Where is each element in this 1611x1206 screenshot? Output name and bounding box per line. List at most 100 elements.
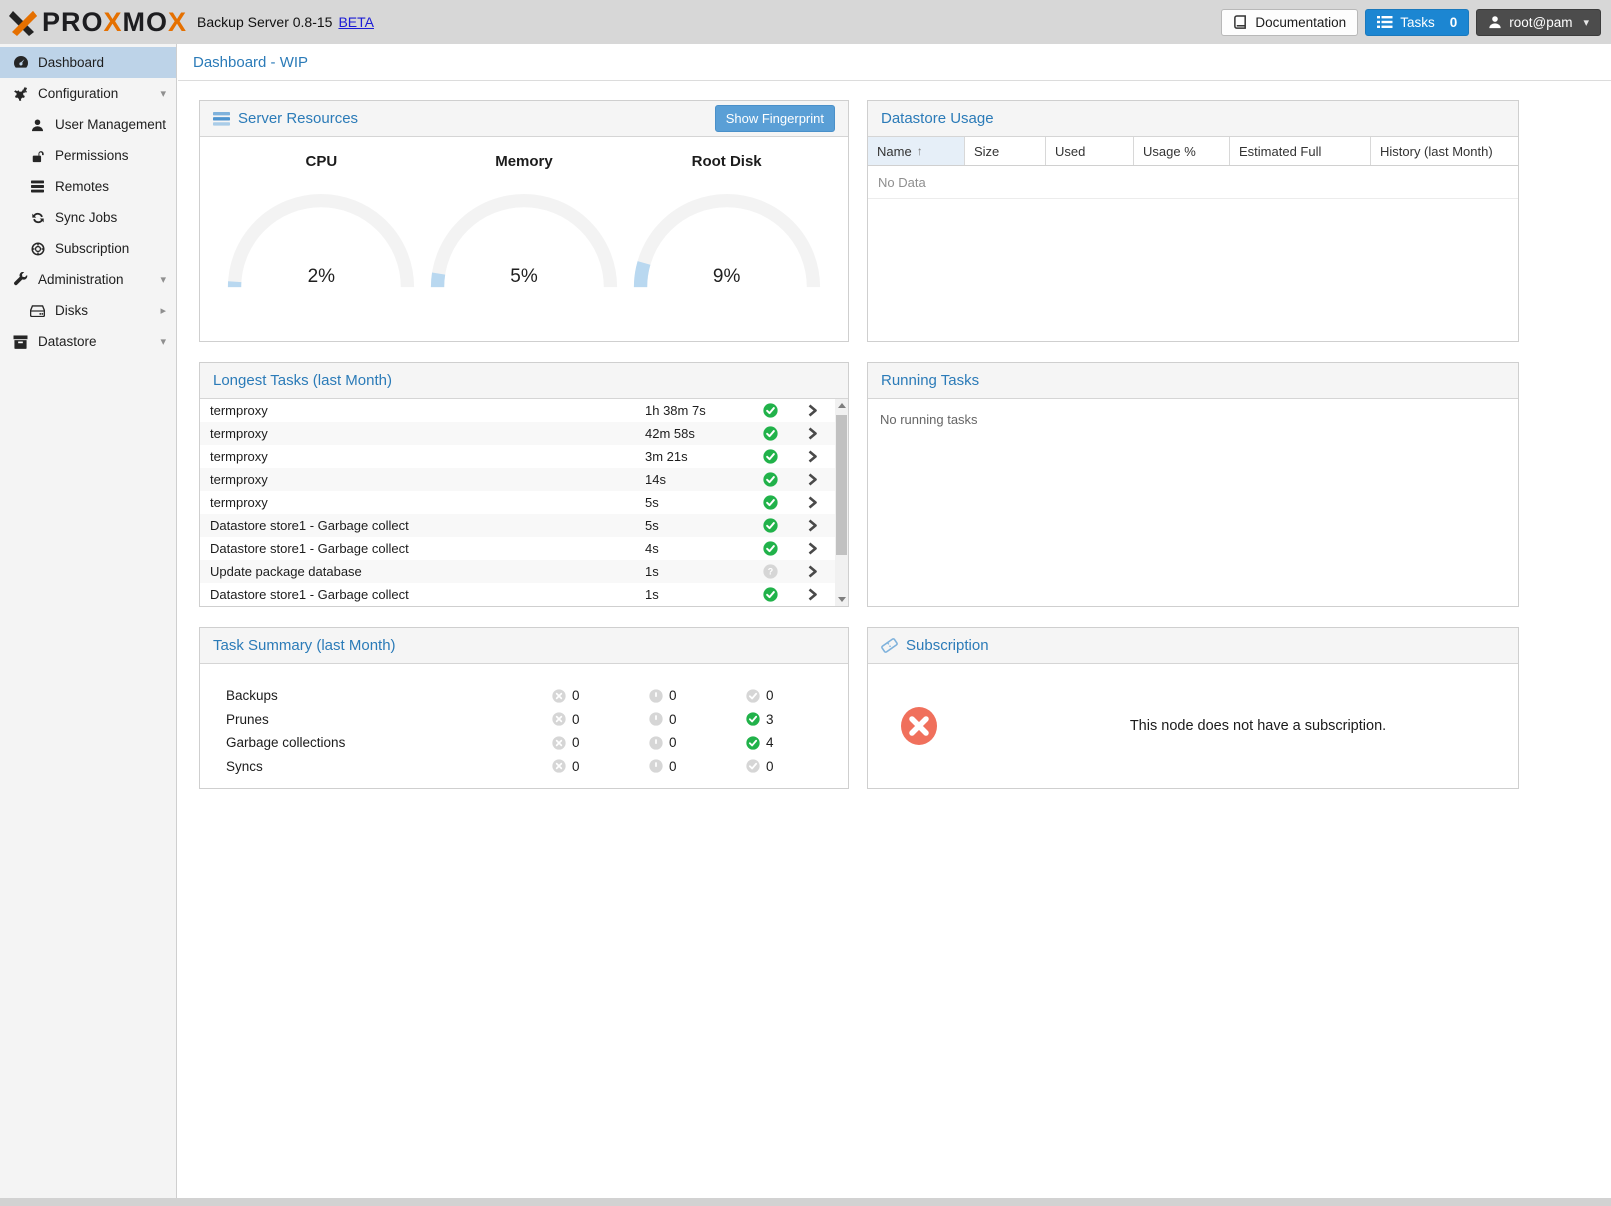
sidebar-item-dashboard[interactable]: Dashboard xyxy=(0,47,176,78)
column-header-name[interactable]: Name ↑ xyxy=(868,137,965,165)
task-row[interactable]: termproxy 3m 21s ? xyxy=(200,445,835,468)
task-row[interactable]: Datastore store1 - Garbage collect 1s ? xyxy=(200,583,835,606)
ok-count: 0 xyxy=(766,759,774,774)
column-header-estimated-full[interactable]: Estimated Full xyxy=(1230,137,1371,165)
task-row[interactable]: Datastore store1 - Garbage collect 5s ? xyxy=(200,514,835,537)
subscription-title: Subscription xyxy=(881,637,989,654)
subscription-message: This node does not have a subscription. xyxy=(938,718,1518,734)
scroll-up-icon[interactable] xyxy=(835,399,848,412)
ok-check-icon xyxy=(763,518,778,533)
chevron-right-icon[interactable] xyxy=(790,587,835,602)
task-name: Update package database xyxy=(210,564,645,579)
top-bar: PROXMOX Backup Server 0.8-15 BETA Docume… xyxy=(0,0,1611,44)
chevron-right-icon[interactable] xyxy=(790,495,835,510)
ok-circle-icon xyxy=(746,689,760,703)
chevron-right-icon[interactable] xyxy=(790,541,835,556)
error-count-cell: 0 xyxy=(552,735,649,750)
task-row[interactable]: Update package database 1s ? xyxy=(200,560,835,583)
logo-text: PROXMOX xyxy=(42,7,187,38)
datastore-usage-panel: Datastore Usage Name ↑ Size Used Usage %… xyxy=(867,100,1519,342)
scrollbar[interactable] xyxy=(835,399,848,606)
sidebar-item-permissions[interactable]: Permissions xyxy=(0,140,176,171)
user-menu-button[interactable]: root@pam ▾ xyxy=(1476,9,1601,36)
task-row[interactable]: termproxy 1h 38m 7s ? xyxy=(200,399,835,422)
task-status-icon: ? xyxy=(750,403,790,418)
error-circle-icon xyxy=(552,689,566,703)
tachometer-icon xyxy=(12,55,29,70)
task-duration: 5s xyxy=(645,495,750,510)
cpu-gauge: CPU 2% xyxy=(223,153,419,290)
ok-check-icon xyxy=(763,541,778,556)
column-header-usage[interactable]: Usage % xyxy=(1134,137,1230,165)
ok-count: 0 xyxy=(766,688,774,703)
root-disk-gauge: Root Disk 9% xyxy=(629,153,825,290)
error-circle-icon xyxy=(552,759,566,773)
chevron-right-icon[interactable] xyxy=(790,564,835,579)
subscription-panel: Subscription This node does not have a s… xyxy=(867,627,1519,789)
chevron-right-icon[interactable] xyxy=(790,449,835,464)
column-header-used[interactable]: Used xyxy=(1046,137,1134,165)
scroll-down-icon[interactable] xyxy=(835,593,848,606)
error-count-cell: 0 xyxy=(552,712,649,727)
task-duration: 1h 38m 7s xyxy=(645,403,750,418)
documentation-button[interactable]: Documentation xyxy=(1221,9,1358,36)
tasks-button[interactable]: Tasks 0 xyxy=(1365,9,1469,36)
task-row[interactable]: termproxy 14s ? xyxy=(200,468,835,491)
task-status-icon: ? xyxy=(750,472,790,487)
chevron-right-icon[interactable] xyxy=(790,518,835,533)
task-status-icon: ? xyxy=(750,541,790,556)
task-row[interactable]: termproxy 5s ? xyxy=(200,491,835,514)
task-duration: 1s xyxy=(645,564,750,579)
warning-circle-icon xyxy=(649,689,663,703)
expand-arrow-icon[interactable]: ▸ xyxy=(160,304,166,317)
unknown-question-icon: ? xyxy=(763,564,778,579)
user-icon xyxy=(1488,15,1502,29)
chevron-right-icon[interactable] xyxy=(790,403,835,418)
running-tasks-empty-text: No running tasks xyxy=(868,399,1518,427)
ok-circle-icon xyxy=(746,712,760,726)
archive-icon xyxy=(12,335,29,349)
sidebar-item-remotes[interactable]: Remotes xyxy=(0,171,176,202)
error-count-cell: 0 xyxy=(552,688,649,703)
collapse-arrow-icon[interactable]: ▾ xyxy=(160,87,166,100)
collapse-arrow-icon[interactable]: ▾ xyxy=(160,335,166,348)
task-list-icon xyxy=(1377,15,1393,29)
ok-count-cell: 0 xyxy=(746,688,843,703)
task-status-icon: ? xyxy=(750,449,790,464)
main-content: Dashboard - WIP Server Resources Show Fi… xyxy=(178,44,1611,1198)
sidebar-item-user-management[interactable]: User Management xyxy=(0,109,176,140)
column-header-size[interactable]: Size xyxy=(965,137,1046,165)
show-fingerprint-button[interactable]: Show Fingerprint xyxy=(715,105,835,132)
chevron-right-icon[interactable] xyxy=(790,472,835,487)
scrollbar-thumb[interactable] xyxy=(836,415,847,555)
beta-link[interactable]: BETA xyxy=(338,14,374,30)
sidebar-item-disks[interactable]: Disks ▸ xyxy=(0,295,176,326)
task-row[interactable]: termproxy 42m 58s ? xyxy=(200,422,835,445)
chevron-down-icon: ▾ xyxy=(1583,16,1589,29)
task-name: Datastore store1 - Garbage collect xyxy=(210,587,645,602)
column-header-history[interactable]: History (last Month) xyxy=(1371,137,1518,165)
warning-count-cell: 0 xyxy=(649,735,746,750)
collapse-arrow-icon[interactable]: ▾ xyxy=(160,273,166,286)
server-bars-icon xyxy=(29,180,46,193)
sidebar-item-administration[interactable]: Administration ▾ xyxy=(0,264,176,295)
error-circle-icon xyxy=(552,736,566,750)
page-title: Dashboard - WIP xyxy=(178,44,1611,81)
warning-circle-icon xyxy=(649,759,663,773)
task-summary-title: Task Summary (last Month) xyxy=(213,637,396,654)
sidebar-item-subscription[interactable]: Subscription xyxy=(0,233,176,264)
ok-circle-icon xyxy=(746,736,760,750)
ok-count-cell: 4 xyxy=(746,735,843,750)
sidebar-item-configuration[interactable]: Configuration ▾ xyxy=(0,78,176,109)
task-row[interactable]: Datastore store1 - Garbage collect 4s ? xyxy=(200,537,835,560)
task-summary-label: Backups xyxy=(226,688,552,703)
chevron-right-icon[interactable] xyxy=(790,426,835,441)
sidebar-item-sync-jobs[interactable]: Sync Jobs xyxy=(0,202,176,233)
sidebar-item-datastore[interactable]: Datastore ▾ xyxy=(0,326,176,357)
task-name: termproxy xyxy=(210,426,645,441)
wrench-icon xyxy=(12,272,29,287)
error-circle-icon xyxy=(552,712,566,726)
root-disk-gauge-value: 9% xyxy=(632,266,822,288)
ticket-icon xyxy=(881,638,898,653)
ok-check-icon xyxy=(763,472,778,487)
